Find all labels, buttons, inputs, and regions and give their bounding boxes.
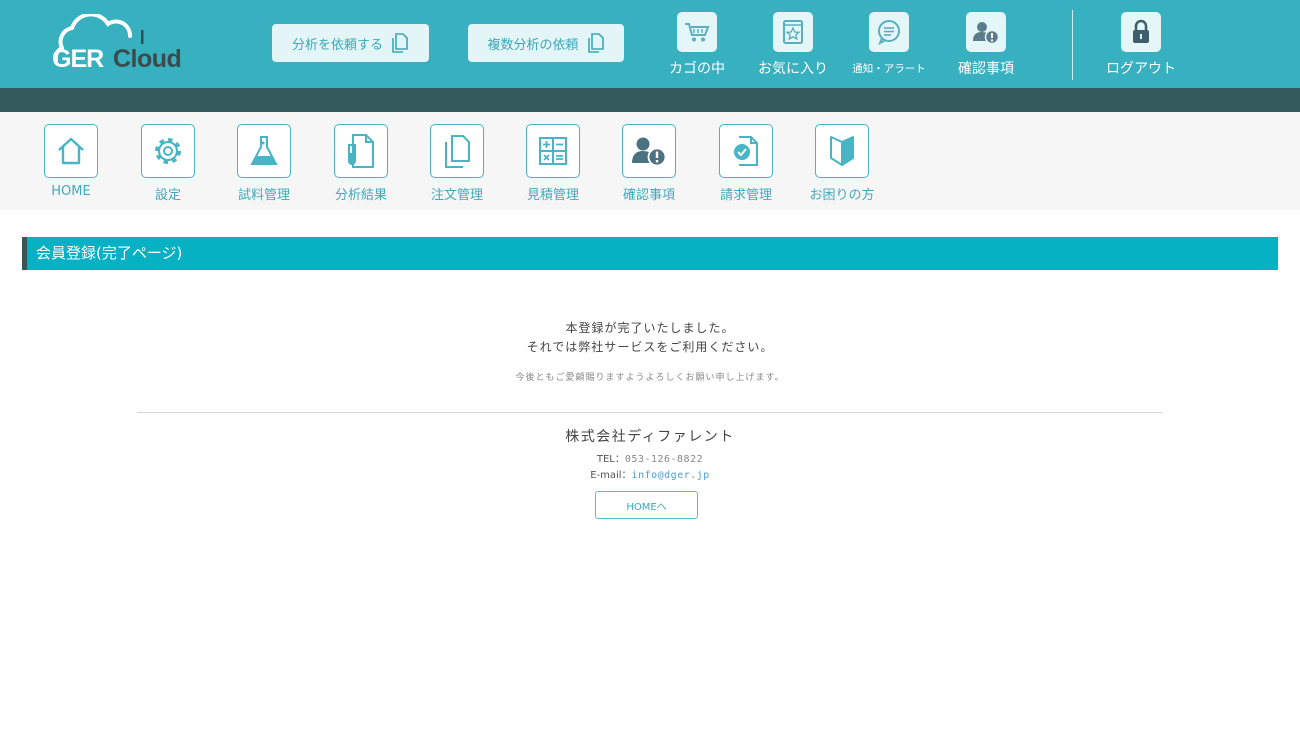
user-alert-icon xyxy=(622,124,676,178)
request-multiple-label: 複数分析の依頼 xyxy=(487,37,579,53)
lock-icon xyxy=(1121,12,1161,52)
nav-label-sample-management: 試料管理 xyxy=(237,188,290,203)
beginner-mark-icon xyxy=(815,124,869,178)
home-button[interactable]: HOMEへ xyxy=(595,491,698,519)
nav-item-order-management[interactable]: 注文管理 xyxy=(409,124,505,203)
page-title-bar: 会員登録(完了ページ) xyxy=(22,237,1278,270)
nav-label-quote-management: 見積管理 xyxy=(526,188,579,203)
company-email-row: E-mail：info@dger.jp xyxy=(0,466,1300,481)
favorites-button[interactable]: お気に入り xyxy=(748,12,838,78)
completion-sub-message: 今後ともご愛顧賜りますようよろしくお願い申し上げます。 xyxy=(515,373,785,383)
home-icon xyxy=(44,124,98,178)
flask-icon xyxy=(237,124,291,178)
logout-label: ログアウト xyxy=(1106,61,1176,77)
home-button-label: HOMEへ xyxy=(626,501,667,513)
chat-bubble-icon xyxy=(869,12,909,52)
main-nav: HOME 設定 試料管理 分析結果 注文管理 見積管理 確認事項 請求管理 お困… xyxy=(0,112,1300,210)
nav-item-analysis-results[interactable]: 分析結果 xyxy=(313,124,409,203)
nav-label-confirmation-items: 確認事項 xyxy=(622,188,675,203)
notifications-label: 通知・アラート xyxy=(852,63,926,75)
nav-label-help: お困りの方 xyxy=(809,188,875,203)
nav-item-sample-management[interactable]: 試料管理 xyxy=(216,124,312,203)
notifications-button[interactable]: 通知・アラート xyxy=(844,12,934,76)
request-analysis-label: 分析を依頼する xyxy=(291,37,383,53)
logout-button[interactable]: ログアウト xyxy=(1096,12,1186,78)
request-analysis-button[interactable]: 分析を依頼する xyxy=(272,24,429,62)
cart-label: カゴの中 xyxy=(669,61,725,77)
nav-label-billing-management: 請求管理 xyxy=(719,188,772,203)
nav-item-billing-management[interactable]: 請求管理 xyxy=(698,124,794,203)
cart-button[interactable]: カゴの中 xyxy=(652,12,742,78)
company-name: 株式会社ディファレント xyxy=(565,429,735,445)
tel-label: TEL： xyxy=(596,454,625,465)
cart-icon xyxy=(677,12,717,52)
completion-message-line1: 本登録が完了いたしました。 xyxy=(565,321,735,335)
company-tel-row: TEL：053-126-8822 xyxy=(0,450,1300,465)
nav-label-analysis-results: 分析結果 xyxy=(334,188,387,203)
nav-item-home[interactable]: HOME xyxy=(23,124,119,199)
completion-message-line2: それでは弊社サービスをご利用ください。 xyxy=(526,340,774,354)
nav-item-quote-management[interactable]: 見積管理 xyxy=(505,124,601,203)
request-multiple-analysis-button[interactable]: 複数分析の依頼 xyxy=(468,24,624,62)
test-tube-doc-icon xyxy=(334,124,388,178)
nav-item-confirmation-items[interactable]: 確認事項 xyxy=(601,124,697,203)
confirmation-items-button[interactable]: 確認事項 xyxy=(941,12,1031,78)
nav-item-help[interactable]: お困りの方 xyxy=(794,124,890,203)
page-title: 会員登録(完了ページ) xyxy=(36,244,183,262)
email-link[interactable]: info@dger.jp xyxy=(632,470,710,481)
nav-label-order-management: 注文管理 xyxy=(430,188,483,203)
copy-docs-icon xyxy=(430,124,484,178)
favorite-star-icon xyxy=(773,12,813,52)
copy-doc-icon xyxy=(587,33,604,53)
user-alert-icon xyxy=(966,12,1006,52)
gercloud-logo[interactable]: GER Cloud xyxy=(48,14,198,74)
email-label: E-mail： xyxy=(590,470,632,481)
svg-text:Cloud: Cloud xyxy=(113,45,181,73)
gear-icon xyxy=(141,124,195,178)
nav-label-settings: 設定 xyxy=(154,188,181,203)
nav-label-home: HOME xyxy=(51,184,91,199)
favorites-label: お気に入り xyxy=(758,61,828,77)
copy-doc-icon xyxy=(392,33,408,53)
header: GER Cloud 分析を依頼する 複数分析の依頼 カゴの中 お気に入り 通知・… xyxy=(0,0,1300,88)
doc-check-icon xyxy=(719,124,773,178)
nav-item-settings[interactable]: 設定 xyxy=(120,124,216,203)
tel-value: 053-126-8822 xyxy=(624,454,704,465)
calculator-icon xyxy=(526,124,580,178)
confirmation-items-label: 確認事項 xyxy=(958,61,1014,77)
divider xyxy=(137,412,1163,413)
header-divider xyxy=(1072,10,1073,80)
svg-text:GER: GER xyxy=(52,45,104,73)
header-strip xyxy=(0,88,1300,112)
